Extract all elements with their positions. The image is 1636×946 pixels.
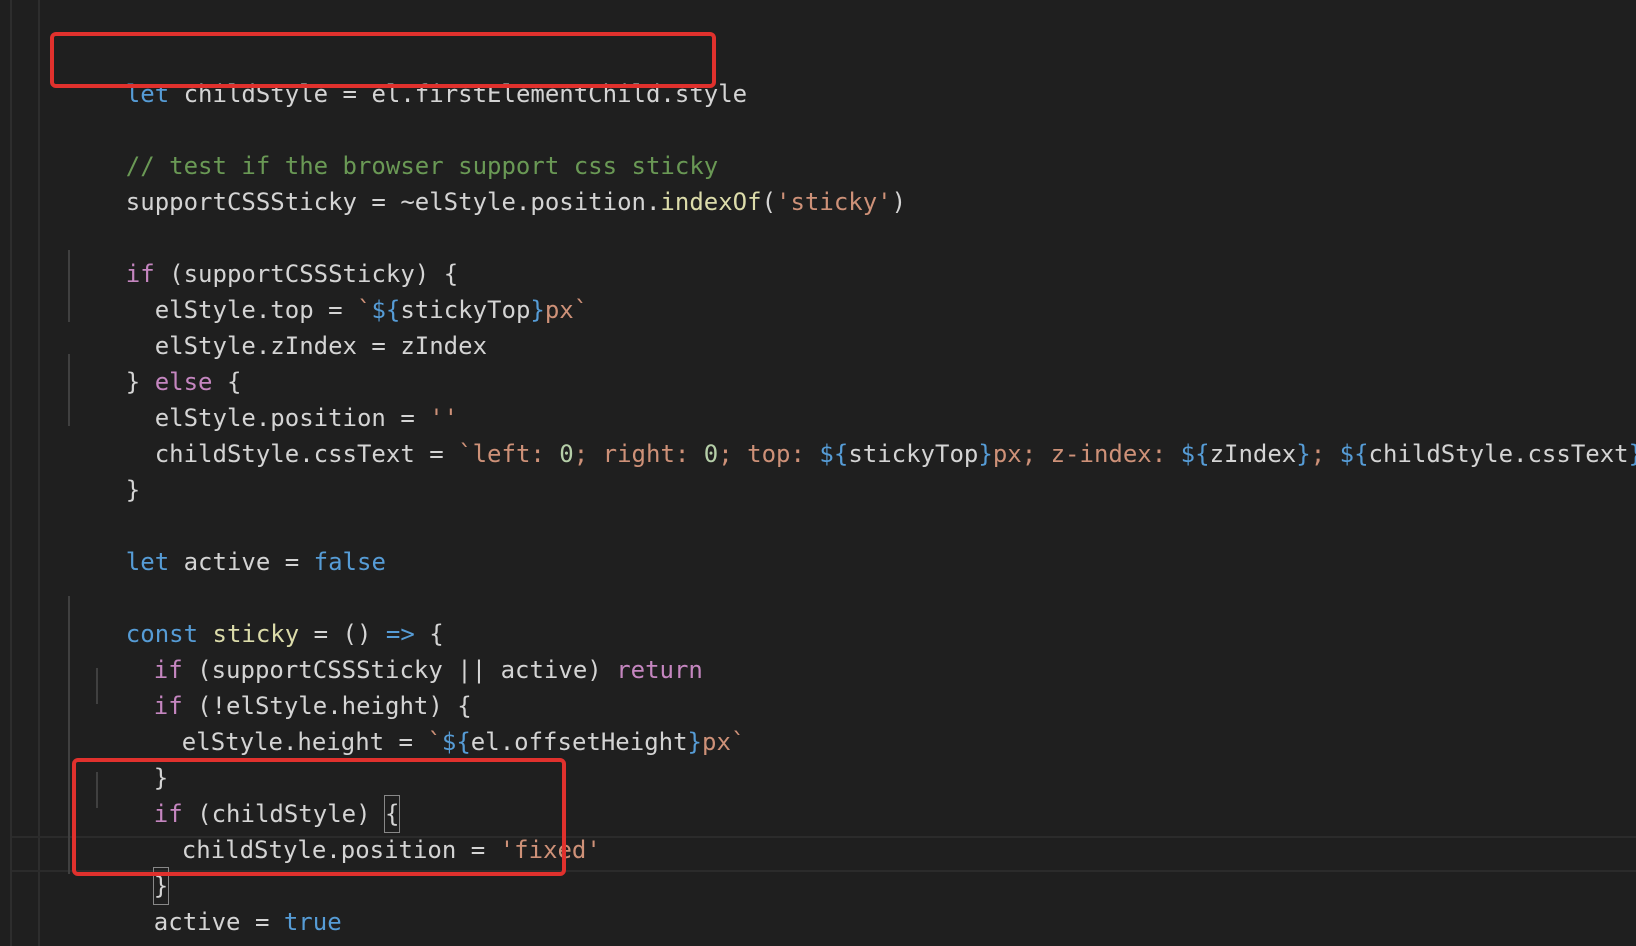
string-literal: `left: xyxy=(458,440,560,468)
string-literal: 'sticky' xyxy=(776,188,892,216)
code-text: el.offsetHeight xyxy=(470,728,688,756)
string-literal: ` xyxy=(427,728,442,756)
code-line[interactable]: elStyle.height = `${el.offsetHeight}px` xyxy=(124,688,746,756)
code-text: zIndex xyxy=(1209,440,1297,468)
template-punctuation: ${ xyxy=(1339,440,1369,468)
code-line[interactable]: let active = false xyxy=(68,508,386,576)
code-line[interactable]: supportCSSSticky = ~elStyle.position.ind… xyxy=(68,148,906,216)
punctuation: ( xyxy=(761,188,777,216)
function-name: indexOf xyxy=(660,188,762,216)
code-line[interactable]: elStyle.position = '' xyxy=(68,364,458,432)
code-line[interactable]: if (supportCSSSticky) { xyxy=(68,220,458,288)
string-literal: ` xyxy=(573,296,589,324)
template-punctuation: ${ xyxy=(819,440,849,468)
code-text: stickyTop xyxy=(848,440,979,468)
code-text: supportCSSSticky = ~elStyle.position. xyxy=(125,188,661,216)
template-punctuation: ${ xyxy=(441,728,471,756)
number-literal: 0 xyxy=(559,440,574,468)
number-literal: 0 xyxy=(703,440,719,468)
code-line[interactable]: elStyle.top = `${stickyTop}px` xyxy=(68,256,589,324)
code-text: elStyle.height = xyxy=(181,728,428,756)
string-literal: ` xyxy=(730,728,746,756)
annotation-highlight-box xyxy=(50,32,716,88)
gutter-divider xyxy=(10,0,12,946)
string-literal: ; top: xyxy=(718,440,820,468)
code-line[interactable]: } xyxy=(68,904,140,946)
code-text: childStyle.cssText = xyxy=(125,440,459,468)
template-punctuation: } xyxy=(978,440,993,468)
code-line[interactable]: const sticky = () => { xyxy=(68,580,444,648)
code-text: active = xyxy=(169,548,314,576)
code-text: childStyle.cssText xyxy=(1368,440,1629,468)
code-editor[interactable]: let childStyle = el.firstElementChild.st… xyxy=(0,0,1636,946)
annotation-highlight-box xyxy=(72,758,566,876)
code-line[interactable]: elStyle.zIndex = zIndex xyxy=(68,292,487,360)
template-punctuation: } xyxy=(1296,440,1311,468)
string-literal: px xyxy=(702,728,731,756)
code-line[interactable]: // test if the browser support css stick… xyxy=(68,112,718,180)
code-line[interactable]: } xyxy=(96,724,168,792)
template-punctuation: } xyxy=(530,296,545,324)
string-literal: ; xyxy=(1310,440,1340,468)
keyword: return xyxy=(616,656,703,684)
keyword: let xyxy=(125,548,170,576)
template-punctuation: ${ xyxy=(1180,440,1210,468)
string-literal: px; z-index: xyxy=(992,440,1181,468)
code-line[interactable]: } xyxy=(68,436,140,504)
code-line[interactable]: childStyle.cssText = `left: 0; right: 0;… xyxy=(68,400,1636,468)
code-text: } xyxy=(125,476,141,504)
template-punctuation: } xyxy=(687,728,702,756)
code-line[interactable]: if (!elStyle.height) { xyxy=(96,652,472,720)
code-line[interactable]: } else { xyxy=(68,328,242,396)
punctuation: ) xyxy=(891,188,907,216)
string-literal: ; right: xyxy=(573,440,704,468)
gutter-divider xyxy=(38,0,40,946)
code-line[interactable]: if (supportCSSSticky || active) return xyxy=(96,616,703,684)
code-text: active = xyxy=(153,908,284,936)
template-punctuation: } xyxy=(1629,440,1636,468)
keyword: false xyxy=(313,548,386,576)
string-literal: px xyxy=(544,296,574,324)
keyword: true xyxy=(283,908,342,936)
